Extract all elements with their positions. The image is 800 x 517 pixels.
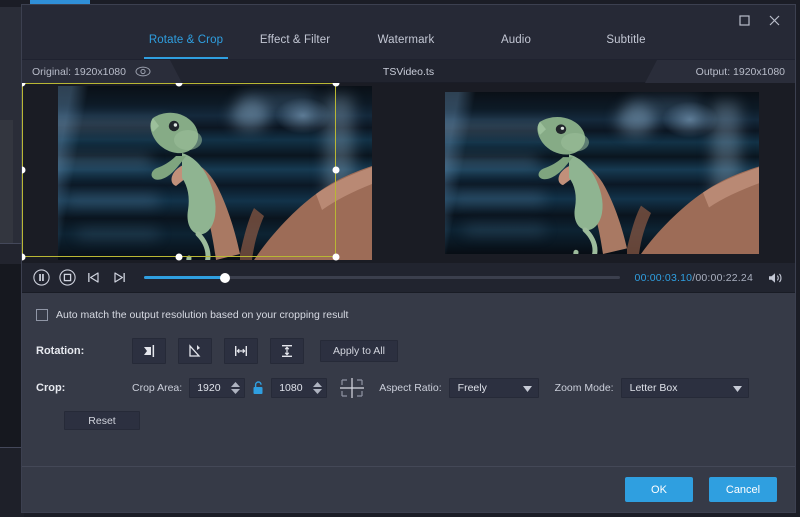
source-preview-pane[interactable] <box>22 83 409 263</box>
tab-effect-filter[interactable]: Effect & Filter <box>240 34 350 59</box>
crop-height-arrows[interactable] <box>313 382 322 394</box>
crop-handle-top-left[interactable] <box>22 83 26 87</box>
reset-button[interactable]: Reset <box>64 411 140 430</box>
auto-match-label: Auto match the output resolution based o… <box>56 309 348 321</box>
ok-button[interactable]: OK <box>625 477 693 502</box>
auto-match-row: Auto match the output resolution based o… <box>22 303 795 327</box>
source-video-frame <box>58 86 372 260</box>
seek-slider[interactable] <box>144 270 620 286</box>
output-preview-pane[interactable] <box>409 83 796 263</box>
seek-handle[interactable] <box>220 273 230 283</box>
crop-height-stepper[interactable] <box>271 378 327 398</box>
crop-handle-middle-left[interactable] <box>22 167 26 174</box>
window-controls <box>731 9 787 31</box>
rotate-left-button[interactable] <box>132 338 166 364</box>
crop-handle-bottom-left[interactable] <box>22 254 26 261</box>
current-time: 00:00:03.10 <box>635 272 693 284</box>
playback-controls: 00:00:03.10/00:00:22.24 <box>22 263 795 293</box>
reset-row: Reset <box>22 411 795 430</box>
close-icon[interactable] <box>761 9 787 31</box>
zoom-mode-select[interactable]: Letter Box <box>621 378 749 398</box>
time-display: 00:00:03.10/00:00:22.24 <box>635 272 753 284</box>
pause-icon[interactable] <box>32 268 51 287</box>
maximize-icon[interactable] <box>731 9 757 31</box>
output-resolution-chip: Output: 1920x1080 <box>645 60 795 83</box>
tab-watermark[interactable]: Watermark <box>350 34 462 59</box>
chameleon-illustration <box>58 86 372 260</box>
preview-area <box>22 83 795 263</box>
tab-audio[interactable]: Audio <box>462 34 570 59</box>
output-video-frame <box>445 92 759 254</box>
next-frame-icon[interactable] <box>110 268 129 287</box>
stop-icon[interactable] <box>58 268 77 287</box>
previous-frame-icon[interactable] <box>84 268 103 287</box>
total-time: 00:00:22.24 <box>695 272 753 284</box>
lock-icon[interactable] <box>252 381 264 395</box>
edit-video-dialog: Rotate & Crop Effect & Filter Watermark … <box>21 4 796 513</box>
tab-subtitle[interactable]: Subtitle <box>570 34 682 59</box>
dialog-footer: OK Cancel <box>22 466 795 512</box>
zoom-mode-select-wrap: Letter Box <box>621 378 749 398</box>
crop-label: Crop: <box>36 382 132 394</box>
flip-vertical-button[interactable] <box>270 338 304 364</box>
background-window-left-highlight <box>0 120 13 244</box>
editor-tabs: Rotate & Crop Effect & Filter Watermark … <box>22 5 795 59</box>
rotation-row: Rotation: Apply to All <box>22 333 795 369</box>
crop-position-icon[interactable] <box>339 377 365 399</box>
crop-area-label: Crop Area: <box>132 382 182 394</box>
flip-horizontal-button[interactable] <box>224 338 258 364</box>
output-resolution-label: Output: 1920x1080 <box>696 66 785 78</box>
aspect-ratio-select-wrap: Freely <box>449 378 539 398</box>
rotation-label: Rotation: <box>36 345 132 357</box>
preview-info-strip: Original: 1920x1080 TSVideo.ts Output: 1… <box>22 60 795 83</box>
volume-icon[interactable] <box>765 269 785 287</box>
crop-width-arrows[interactable] <box>231 382 240 394</box>
seek-fill <box>144 276 225 279</box>
dialog-titlebar: Rotate & Crop Effect & Filter Watermark … <box>22 5 795 60</box>
chameleon-illustration <box>445 92 759 254</box>
aspect-ratio-select[interactable]: Freely <box>449 378 539 398</box>
apply-to-all-button[interactable]: Apply to All <box>320 340 398 362</box>
tab-rotate-crop[interactable]: Rotate & Crop <box>132 34 240 59</box>
crop-row: Crop: Crop Area: <box>22 373 795 403</box>
cancel-button[interactable]: Cancel <box>709 477 777 502</box>
aspect-ratio-label: Aspect Ratio: <box>379 382 441 394</box>
auto-match-checkbox[interactable] <box>36 309 48 321</box>
zoom-mode-label: Zoom Mode: <box>555 382 614 394</box>
settings-panel: Auto match the output resolution based o… <box>22 293 795 466</box>
crop-width-stepper[interactable] <box>189 378 245 398</box>
rotate-right-button[interactable] <box>178 338 212 364</box>
